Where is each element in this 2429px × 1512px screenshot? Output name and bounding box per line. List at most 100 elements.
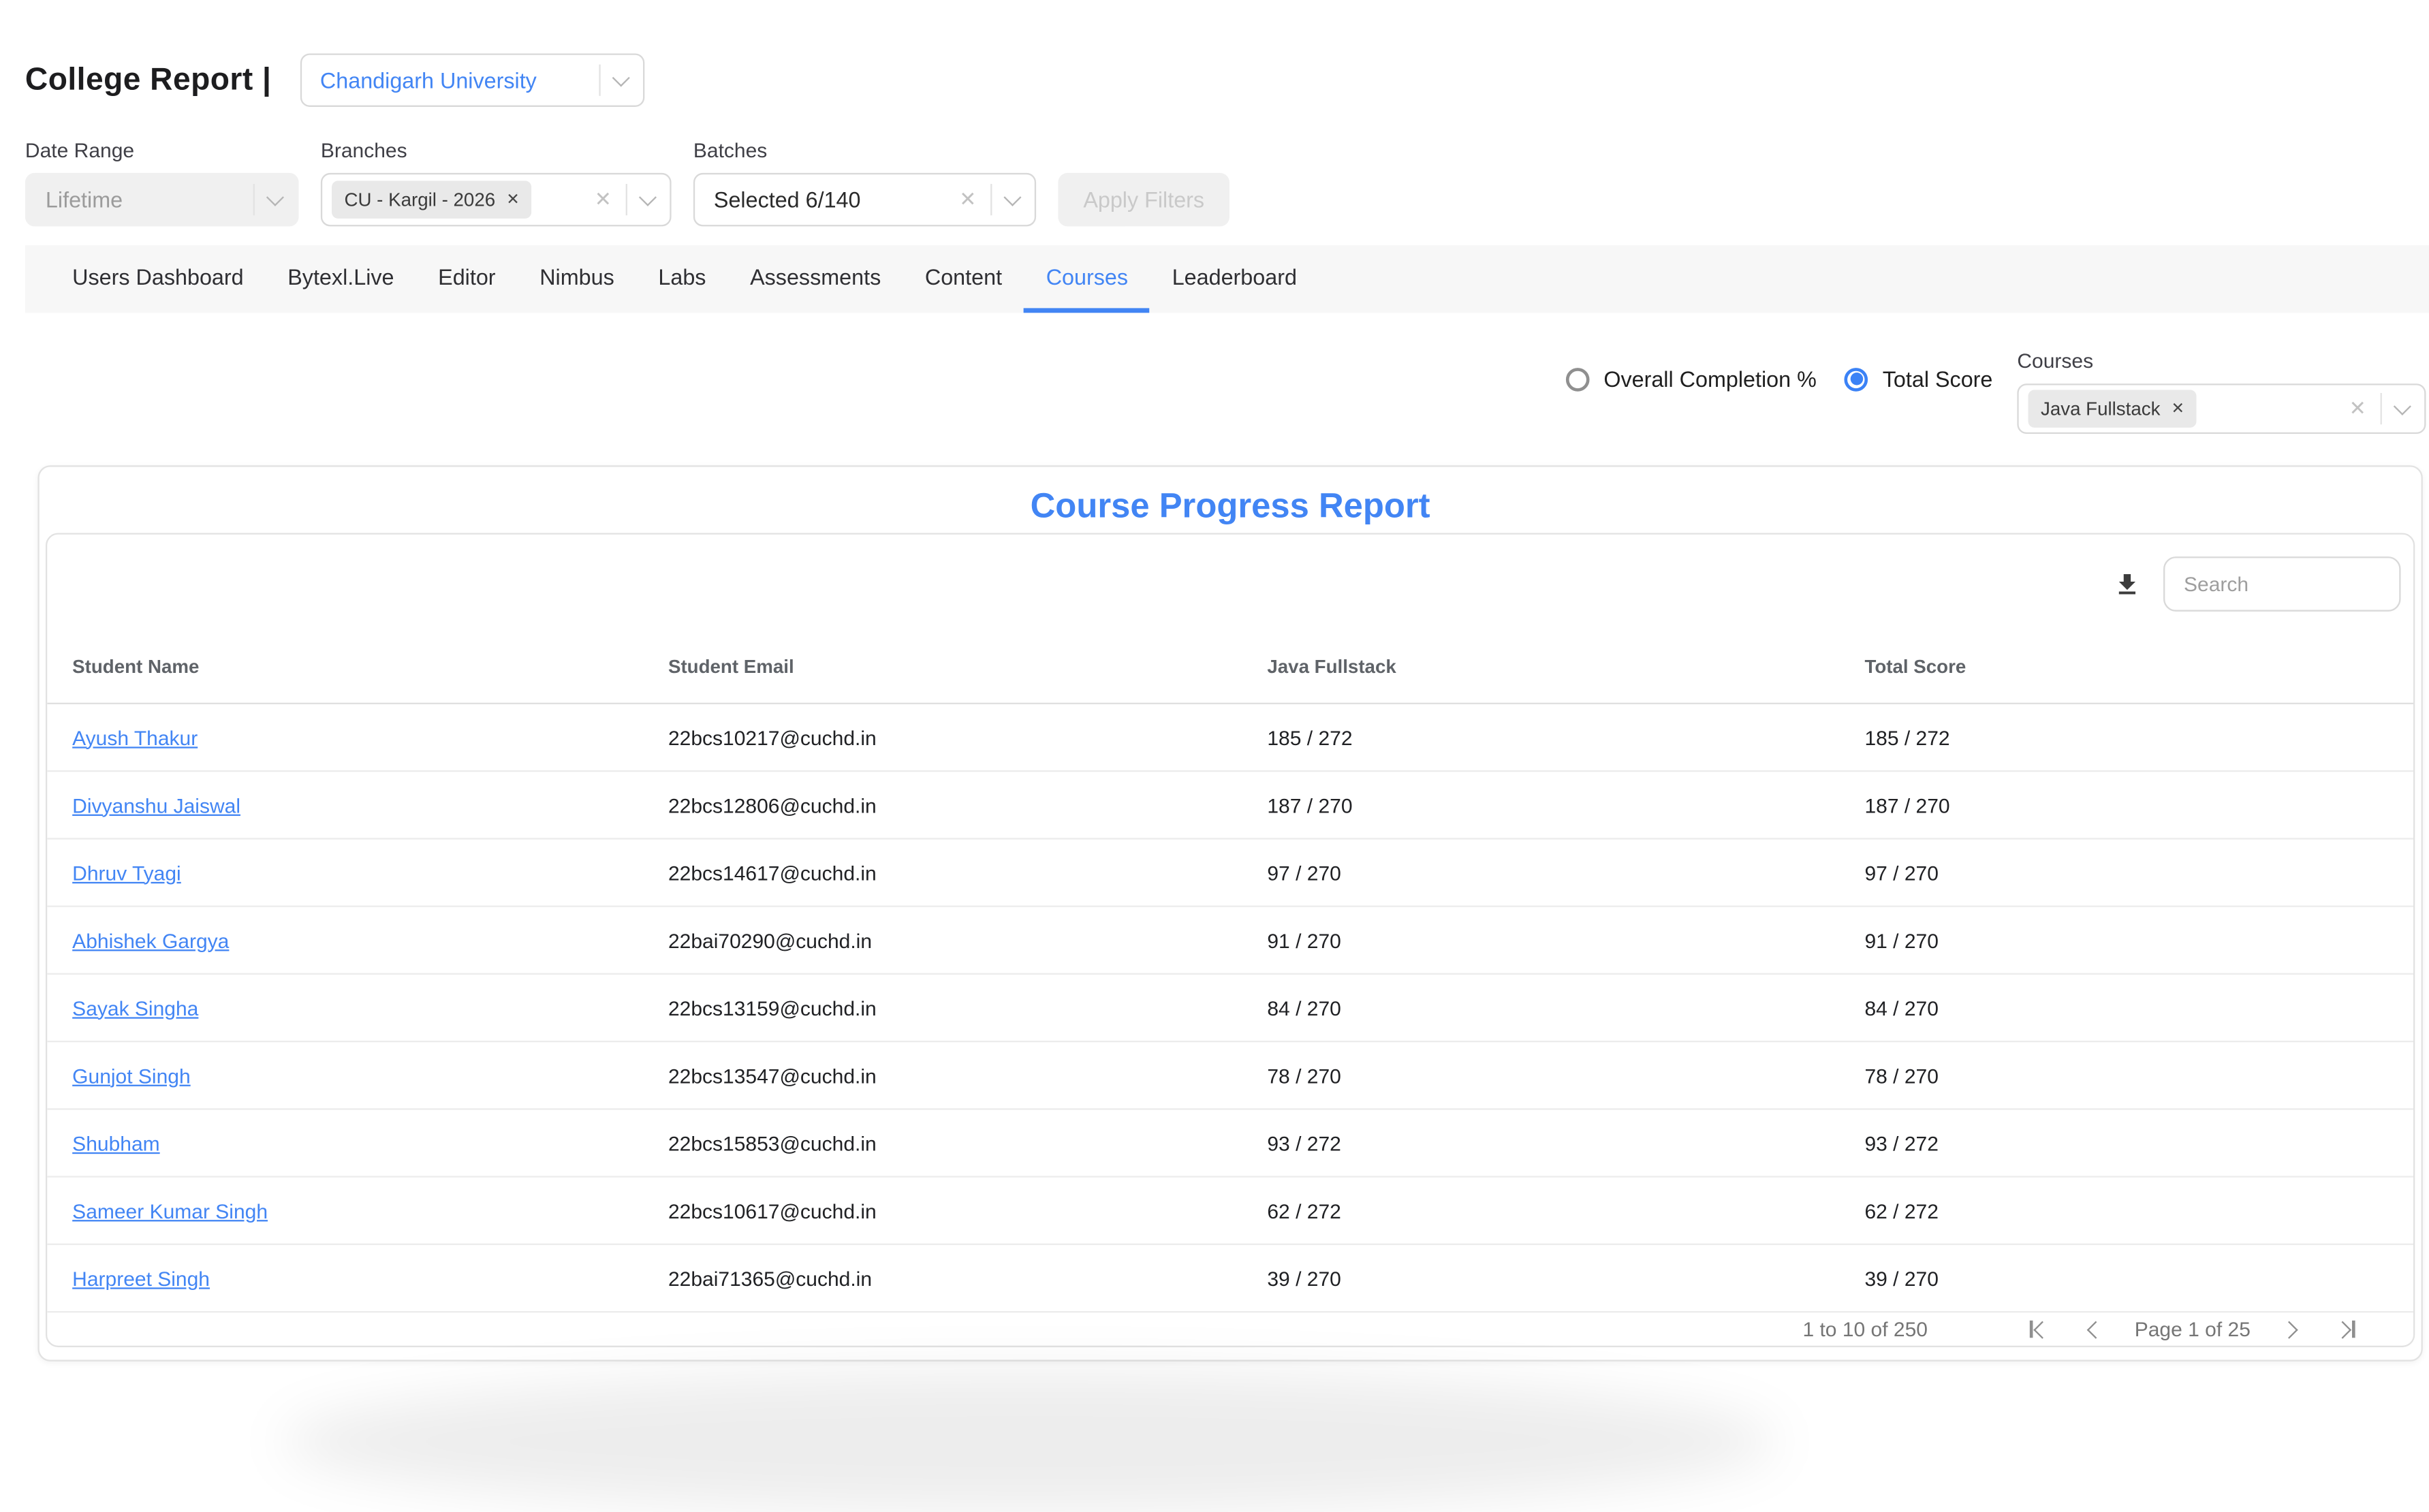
table-body: Ayush Thakur 22bcs10217@cuchd.in 185 / 2… — [47, 704, 2413, 1312]
table-row: Divyanshu Jaiswal 22bcs12806@cuchd.in 18… — [47, 772, 2413, 839]
tab-bar: Users Dashboard Bytexl.Live Editor Nimbu… — [25, 245, 2429, 313]
java-fullstack-score: 91 / 270 — [1267, 928, 1864, 952]
tab-nimbus[interactable]: Nimbus — [518, 245, 636, 313]
table-header-row: Student Name Student Email Java Fullstac… — [47, 631, 2413, 704]
tab-editor[interactable]: Editor — [416, 245, 518, 313]
student-name-link[interactable]: Dhruv Tyagi — [72, 861, 181, 885]
clear-icon[interactable]: ✕ — [595, 187, 612, 212]
pagination-page-label: Page 1 of 25 — [2135, 1317, 2251, 1341]
select-divider — [2381, 393, 2382, 424]
radio-total-score[interactable]: Total Score — [1845, 366, 1992, 392]
tab-label: Content — [925, 264, 1002, 289]
total-score: 185 / 272 — [1864, 725, 2388, 749]
tab-users-dashboard[interactable]: Users Dashboard — [50, 245, 266, 313]
next-page-button[interactable] — [2277, 1317, 2302, 1342]
first-page-icon — [2030, 1321, 2033, 1338]
student-name-link[interactable]: Ayush Thakur — [72, 725, 198, 749]
batches-select[interactable]: Selected 6/140 ✕ — [693, 173, 1036, 226]
chevron-right-icon — [2281, 1320, 2299, 1338]
total-score: 78 / 270 — [1864, 1063, 2388, 1087]
table-row: Abhishek Gargya 22bai70290@cuchd.in 91 /… — [47, 907, 2413, 975]
course-chip-label: Java Fullstack — [2041, 398, 2160, 420]
java-fullstack-score: 97 / 270 — [1267, 861, 1864, 885]
clear-icon[interactable]: ✕ — [2349, 396, 2366, 422]
chevron-down-icon[interactable] — [639, 189, 657, 206]
chevron-down-icon[interactable] — [1003, 189, 1021, 206]
radio-overall-completion-[interactable]: Overall Completion % — [1566, 366, 1817, 392]
tab-leaderboard[interactable]: Leaderboard — [1150, 245, 1319, 313]
student-name-link[interactable]: Harpreet Singh — [72, 1266, 210, 1290]
java-fullstack-score: 93 / 272 — [1267, 1131, 1864, 1155]
tab-content[interactable]: Content — [903, 245, 1024, 313]
tab-label: Labs — [658, 264, 706, 289]
select-divider — [626, 184, 627, 215]
student-email: 22bcs10217@cuchd.in — [668, 725, 1267, 749]
date-range-value: Lifetime — [46, 187, 239, 212]
branches-select[interactable]: CU - Kargil - 2026 ✕ ✕ — [321, 173, 672, 226]
college-report-page: College Report | Chandigarh University D… — [0, 0, 2429, 1387]
radio-icon[interactable] — [1566, 367, 1590, 391]
search-input[interactable] — [2163, 556, 2401, 612]
student-name-link[interactable]: Gunjot Singh — [72, 1063, 191, 1087]
courses-filter: Courses Java Fullstack ✕ ✕ — [2017, 349, 2426, 434]
apply-filters-button[interactable]: Apply Filters — [1058, 173, 1229, 226]
university-select[interactable]: Chandigarh University — [300, 53, 644, 106]
java-fullstack-score: 62 / 272 — [1267, 1199, 1864, 1223]
table-toolbar — [47, 535, 2413, 631]
page-title: College Report | — [25, 62, 271, 98]
tab-label: Bytexl.Live — [287, 264, 394, 289]
download-button[interactable] — [2113, 570, 2142, 599]
select-divider — [990, 184, 992, 215]
last-page-icon — [2353, 1321, 2355, 1338]
student-email: 22bcs13547@cuchd.in — [668, 1063, 1267, 1087]
total-score: 93 / 272 — [1864, 1131, 2388, 1155]
batches-label: Batches — [693, 138, 1036, 162]
student-name-link[interactable]: Divyanshu Jaiswal — [72, 793, 240, 817]
tab-label: Users Dashboard — [72, 264, 243, 289]
table-row: Sameer Kumar Singh 22bcs10617@cuchd.in 6… — [47, 1178, 2413, 1245]
radio-icon[interactable] — [1845, 367, 1868, 391]
student-name-link[interactable]: Abhishek Gargya — [72, 928, 229, 952]
university-select-value: Chandigarh University — [320, 67, 584, 93]
table-row: Sayak Singha 22bcs13159@cuchd.in 84 / 27… — [47, 975, 2413, 1042]
total-score: 91 / 270 — [1864, 928, 2388, 952]
chevron-down-icon[interactable] — [612, 69, 629, 86]
radio-label: Overall Completion % — [1603, 366, 1817, 392]
score-mode-radio-group: Overall Completion % Total Score — [1566, 366, 1993, 392]
student-email: 22bcs14617@cuchd.in — [668, 861, 1267, 885]
student-name-link[interactable]: Shubham — [72, 1131, 159, 1155]
date-range-select[interactable]: Lifetime — [25, 173, 299, 226]
download-icon — [2113, 570, 2142, 599]
courses-select[interactable]: Java Fullstack ✕ ✕ — [2017, 383, 2426, 434]
course-chip: Java Fullstack ✕ — [2028, 390, 2197, 427]
first-page-button[interactable] — [2024, 1314, 2054, 1344]
total-score: 187 / 270 — [1864, 793, 2388, 817]
student-name-link[interactable]: Sayak Singha — [72, 996, 198, 1020]
java-fullstack-score: 78 / 270 — [1267, 1063, 1864, 1087]
total-score: 84 / 270 — [1864, 996, 2388, 1020]
column-header-student-name: Student Name — [72, 655, 668, 677]
header: College Report | Chandigarh University — [25, 53, 644, 106]
chevron-down-icon[interactable] — [266, 189, 284, 206]
last-page-button[interactable] — [2331, 1314, 2362, 1344]
tab-assessments[interactable]: Assessments — [728, 245, 903, 313]
tab-label: Editor — [438, 264, 495, 289]
branches-filter: Branches CU - Kargil - 2026 ✕ ✕ — [321, 138, 672, 226]
date-range-filter: Date Range Lifetime — [25, 138, 299, 226]
student-email: 22bai71365@cuchd.in — [668, 1266, 1267, 1290]
previous-page-button[interactable] — [2083, 1317, 2108, 1342]
java-fullstack-score: 187 / 270 — [1267, 793, 1864, 817]
chip-remove-icon[interactable]: ✕ — [506, 191, 519, 208]
student-email: 22bcs12806@cuchd.in — [668, 793, 1267, 817]
tab-labs[interactable]: Labs — [636, 245, 728, 313]
tab-bytexl-live[interactable]: Bytexl.Live — [266, 245, 416, 313]
table-row: Harpreet Singh 22bai71365@cuchd.in 39 / … — [47, 1245, 2413, 1312]
student-name-link[interactable]: Sameer Kumar Singh — [72, 1199, 268, 1223]
chip-remove-icon[interactable]: ✕ — [2172, 400, 2184, 417]
chevron-down-icon[interactable] — [2394, 398, 2411, 415]
report-title: Course Progress Report — [40, 486, 2422, 526]
tab-courses[interactable]: Courses — [1024, 245, 1150, 313]
clear-icon[interactable]: ✕ — [959, 187, 976, 212]
select-divider — [253, 184, 255, 215]
chevron-left-icon — [2086, 1320, 2104, 1338]
